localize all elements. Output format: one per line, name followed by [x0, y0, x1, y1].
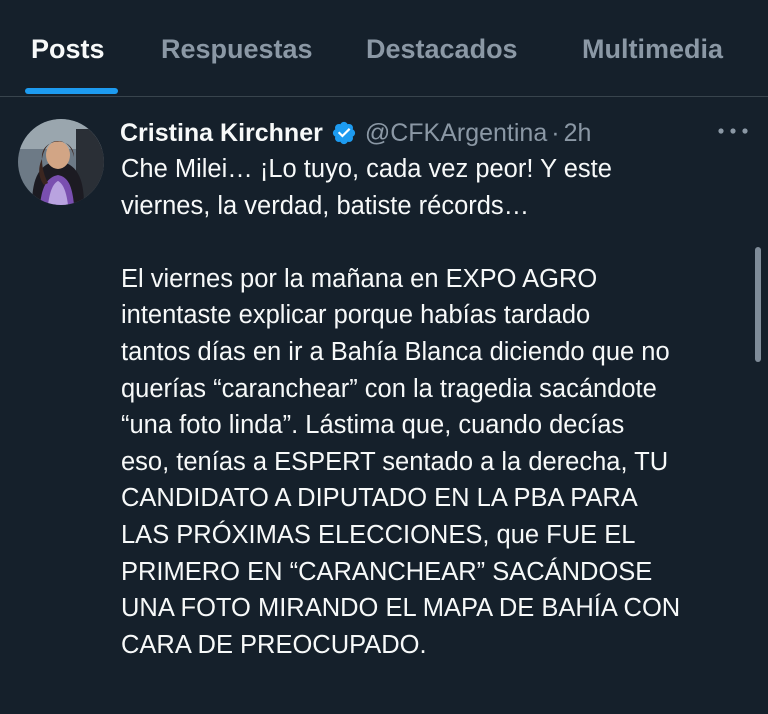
tweet-text-line: viernes, la verdad, batiste récords…: [121, 191, 530, 220]
tweet-text-line: [121, 224, 761, 261]
tab-respuestas[interactable]: Respuestas: [161, 34, 313, 65]
tweet-text-line: intentaste explicar porque habías tardad…: [121, 301, 591, 330]
tab-destacados[interactable]: Destacados: [366, 34, 518, 65]
author-name[interactable]: Cristina Kirchner: [120, 119, 323, 148]
avatar-image: [18, 119, 104, 205]
separator-dot: ·: [551, 118, 560, 147]
tweet-header: Cristina Kirchner @CFKArgentina · 2h: [120, 115, 591, 151]
scrollbar[interactable]: [755, 247, 761, 362]
tweet-text-line: querías “caranchear” con la tragedia sac…: [121, 374, 657, 403]
profile-tabs: Posts Respuestas Destacados Multimedia: [0, 0, 768, 97]
tweet-text-line: tantos días en ir a Bahía Blanca diciend…: [121, 337, 670, 366]
tweet-text-line: PRIMERO EN “CARANCHEAR” SACÁNDOSE: [121, 557, 653, 586]
active-tab-indicator: [25, 88, 118, 94]
tweet-text-line: Che Milei… ¡Lo tuyo, cada vez peor! Y es…: [121, 155, 612, 183]
tweet-text-line: CANDIDATO A DIPUTADO EN LA PBA PARA: [121, 484, 638, 513]
tweet-text-line: LAS PRÓXIMAS ELECCIONES, que FUE EL: [121, 520, 636, 549]
tweet-text: Che Milei… ¡Lo tuyo, cada vez peor! Y es…: [121, 151, 761, 663]
tweet-text-line: “una foto linda”. Lástima que, cuando de…: [121, 411, 625, 440]
tab-posts[interactable]: Posts: [31, 34, 105, 65]
timestamp[interactable]: 2h: [564, 119, 592, 148]
tab-multimedia[interactable]: Multimedia: [582, 34, 723, 65]
tweet[interactable]: Cristina Kirchner @CFKArgentina · 2h Che…: [0, 97, 768, 714]
avatar[interactable]: [18, 119, 104, 205]
author-handle[interactable]: @CFKArgentina: [365, 119, 547, 148]
tweet-text-line: eso, tenías a ESPERT sentado a la derech…: [121, 447, 669, 476]
tweet-text-line: CARA DE PREOCUPADO.: [121, 630, 427, 659]
verified-badge-icon: [331, 120, 357, 146]
tweet-text-line: UNA FOTO MIRANDO EL MAPA DE BAHÍA CON: [121, 594, 681, 623]
more-options-icon[interactable]: [716, 121, 750, 141]
tweet-text-line: El viernes por la mañana en EXPO AGRO: [121, 264, 598, 293]
